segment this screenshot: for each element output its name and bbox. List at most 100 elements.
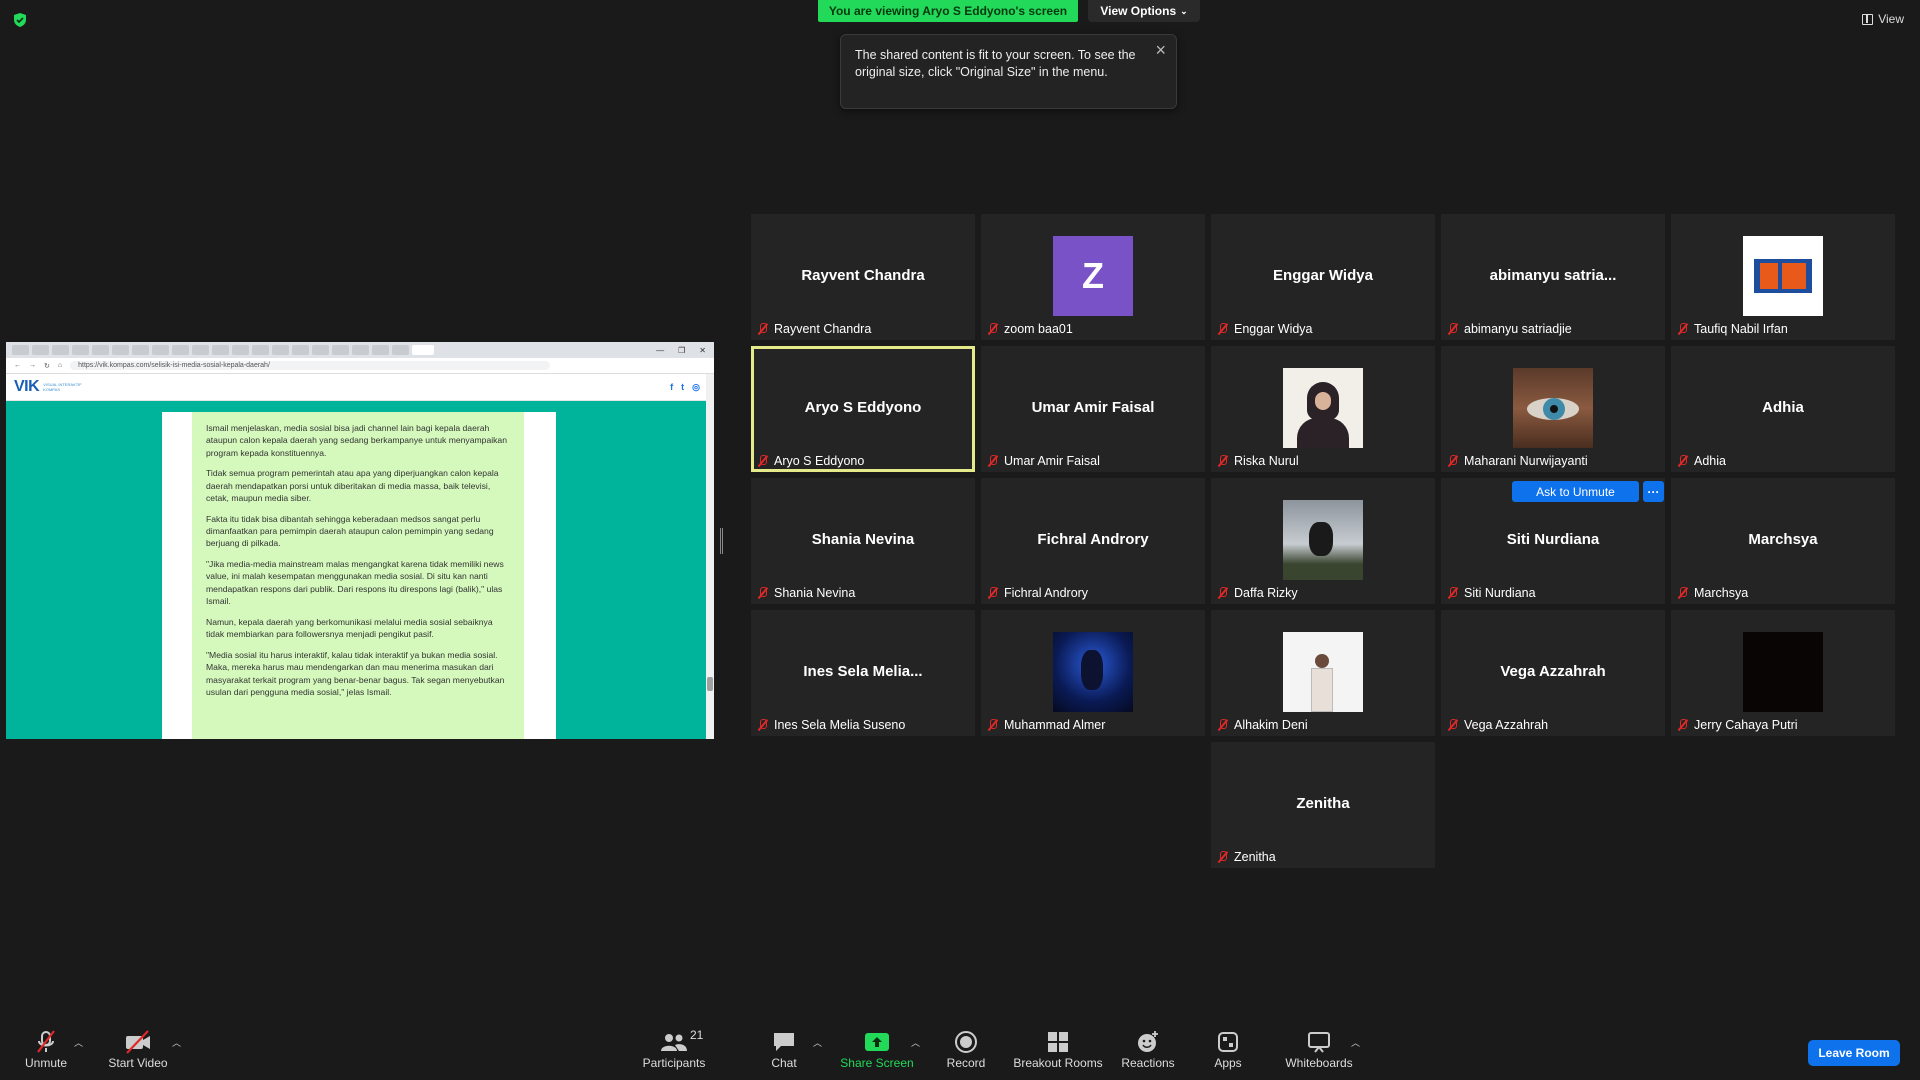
reactions-icon: [1136, 1028, 1160, 1056]
audio-options-caret[interactable]: ︿: [74, 1036, 83, 1049]
mic-muted-icon: [987, 323, 999, 335]
participant-tile[interactable]: Marchsya Marchsya: [1671, 478, 1895, 604]
view-label: View: [1878, 12, 1904, 26]
participant-name-label: Enggar Widya: [1217, 320, 1313, 338]
mic-muted-icon: [1217, 455, 1229, 467]
participant-name-label: Riska Nurul: [1217, 452, 1299, 470]
home-icon: ⌂: [57, 362, 63, 369]
ask-to-unmute-button[interactable]: Ask to Unmute: [1512, 481, 1639, 502]
whiteboard-options-caret[interactable]: ︿: [1351, 1036, 1360, 1049]
browser-tab: [272, 345, 289, 355]
mic-muted-icon: [1677, 587, 1689, 599]
participant-name-label: Adhia: [1677, 452, 1726, 470]
participant-tile[interactable]: Taufiq Nabil Irfan: [1671, 214, 1895, 340]
apps-button[interactable]: Apps: [1178, 1028, 1278, 1070]
close-icon[interactable]: ×: [1155, 41, 1166, 59]
participant-tile[interactable]: Alhakim Deni: [1211, 610, 1435, 736]
participant-tile[interactable]: Shania Nevina Shania Nevina: [751, 478, 975, 604]
back-icon: ←: [14, 362, 21, 369]
view-options-label: View Options: [1100, 4, 1177, 18]
whiteboards-button[interactable]: Whiteboards: [1269, 1028, 1369, 1070]
participant-tile[interactable]: Fichral Androry Fichral Androry: [981, 478, 1205, 604]
participant-name: Vega Azzahrah: [1464, 718, 1549, 732]
mic-muted-icon: [1447, 719, 1459, 731]
participant-display-name: Umar Amir Faisal: [1031, 399, 1155, 416]
shared-screen[interactable]: — ❐ ✕ ← → ↻ ⌂ https://vik.kompas.com/selis…: [6, 342, 714, 739]
chat-options-caret[interactable]: ︿: [813, 1036, 822, 1049]
participant-display-name: Rayvent Chandra: [801, 267, 925, 284]
mic-muted-icon: [1677, 455, 1689, 467]
participant-tile[interactable]: Adhia Adhia: [1671, 346, 1895, 472]
participant-name: Maharani Nurwijayanti: [1464, 454, 1588, 468]
splitter-handle[interactable]: [720, 528, 723, 554]
site-logo: VIK: [14, 378, 40, 395]
browser-tab: [92, 345, 109, 355]
participant-name: Jerry Cahaya Putri: [1694, 718, 1798, 732]
participant-tile[interactable]: Jerry Cahaya Putri: [1671, 610, 1895, 736]
mic-muted-icon: [987, 587, 999, 599]
browser-tab: [252, 345, 269, 355]
record-button[interactable]: Record: [916, 1028, 1016, 1070]
participant-tile[interactable]: Muhammad Almer: [981, 610, 1205, 736]
participant-tile[interactable]: Aryo S Eddyono Aryo S Eddyono: [751, 346, 975, 472]
tile-more-button[interactable]: ···: [1643, 481, 1664, 502]
participant-tile[interactable]: abimanyu satria... abimanyu satriadjie: [1441, 214, 1665, 340]
participant-tile[interactable]: Umar Amir Faisal Umar Amir Faisal: [981, 346, 1205, 472]
mic-muted-icon: [987, 719, 999, 731]
view-options-button[interactable]: View Options ⌄: [1088, 0, 1200, 22]
participant-name-label: Muhammad Almer: [987, 716, 1105, 734]
participants-count: 21: [690, 1028, 704, 1042]
record-icon: [954, 1028, 978, 1056]
breakout-rooms-label: Breakout Rooms: [1013, 1056, 1103, 1070]
participant-tile[interactable]: Maharani Nurwijayanti: [1441, 346, 1665, 472]
chat-label: Chat: [771, 1056, 797, 1070]
share-screen-icon: [864, 1028, 890, 1056]
share-screen-label: Share Screen: [840, 1056, 914, 1070]
fit-screen-tooltip: The shared content is fit to your screen…: [840, 34, 1177, 109]
chat-button[interactable]: Chat: [734, 1028, 834, 1070]
participant-tile[interactable]: Enggar Widya Enggar Widya: [1211, 214, 1435, 340]
participant-tile[interactable]: Rayvent Chandra Rayvent Chandra: [751, 214, 975, 340]
participant-tile[interactable]: Riska Nurul: [1211, 346, 1435, 472]
participant-tile[interactable]: Zenitha Zenitha: [1211, 742, 1435, 868]
participant-name: zoom baa01: [1004, 322, 1073, 336]
encryption-shield-icon[interactable]: [12, 12, 28, 28]
breakout-rooms-button[interactable]: Breakout Rooms: [1008, 1028, 1108, 1070]
video-options-caret[interactable]: ︿: [172, 1036, 181, 1049]
participant-name: Shania Nevina: [774, 586, 856, 600]
browser-tab: [212, 345, 229, 355]
viewing-screen-banner: You are viewing Aryo S Eddyono's screen: [818, 0, 1078, 22]
participant-tile[interactable]: Daffa Rizky: [1211, 478, 1435, 604]
start-video-label: Start Video: [108, 1056, 168, 1070]
participant-name-label: Jerry Cahaya Putri: [1677, 716, 1798, 734]
participant-display-name: Siti Nurdiana: [1506, 531, 1600, 548]
share-screen-button[interactable]: Share Screen: [827, 1028, 927, 1070]
browser-tab: [352, 345, 369, 355]
participant-profile-photo: [1743, 236, 1823, 316]
participant-profile-photo: [1283, 368, 1363, 448]
participant-tile[interactable]: Ines Sela Melia... Ines Sela Melia Suseno: [751, 610, 975, 736]
leave-room-button[interactable]: Leave Room: [1808, 1040, 1900, 1066]
participant-name-label: abimanyu satriadjie: [1447, 320, 1572, 338]
article-body: Ismail menjelaskan, media sosial bisa ja…: [192, 412, 524, 739]
browser-tab: [312, 345, 329, 355]
participant-name: Ines Sela Melia Suseno: [774, 718, 906, 732]
participant-display-name: Vega Azzahrah: [1500, 663, 1606, 680]
participants-button[interactable]: Participants: [624, 1028, 724, 1070]
start-video-button[interactable]: Start Video: [88, 1028, 188, 1070]
participant-tile[interactable]: Zzoom baa01: [981, 214, 1205, 340]
browser-tab: [372, 345, 389, 355]
whiteboards-label: Whiteboards: [1285, 1056, 1353, 1070]
view-button[interactable]: View: [1862, 12, 1904, 26]
whiteboard-icon: [1307, 1028, 1331, 1056]
participant-name-label: Umar Amir Faisal: [987, 452, 1100, 470]
site-logo-subtitle: VISUAL INTERAKTIF KOMPAS: [43, 382, 82, 392]
participant-profile-photo: [1743, 632, 1823, 712]
participant-profile-photo: [1283, 632, 1363, 712]
participant-name: Siti Nurdiana: [1464, 586, 1536, 600]
mic-muted-icon: [757, 455, 769, 467]
browser-tab: [232, 345, 249, 355]
participant-name: abimanyu satriadjie: [1464, 322, 1572, 336]
unmute-button[interactable]: Unmute: [0, 1028, 96, 1070]
participant-tile[interactable]: Vega Azzahrah Vega Azzahrah: [1441, 610, 1665, 736]
